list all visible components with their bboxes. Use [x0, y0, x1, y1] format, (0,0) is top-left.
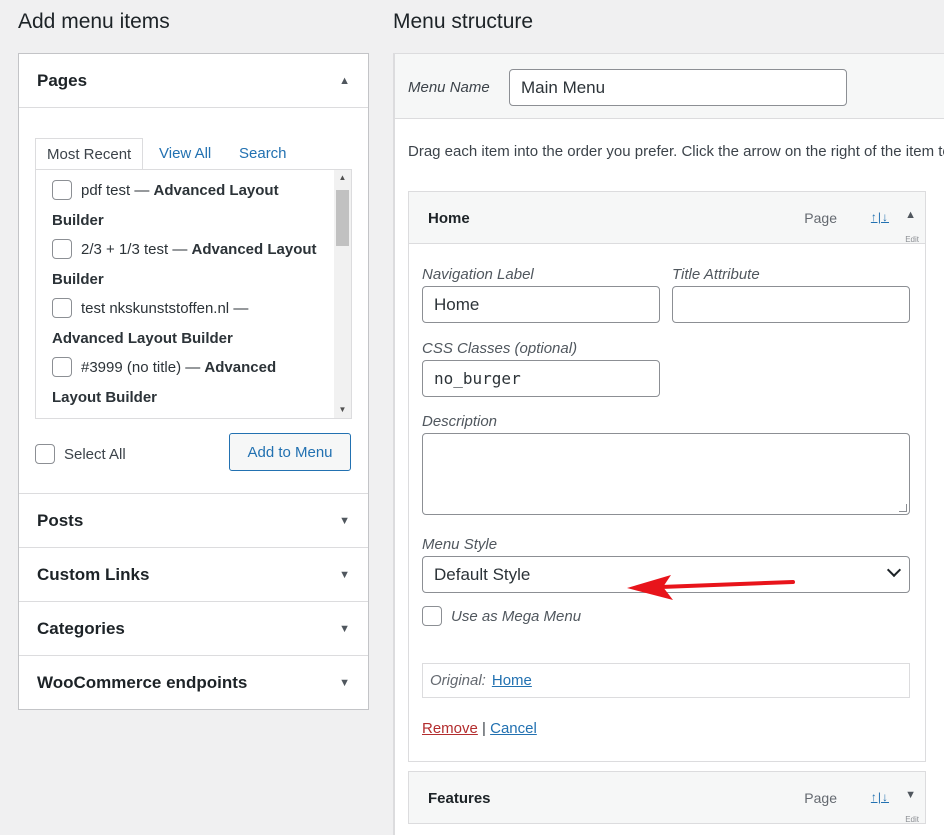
red-arrow-annotation [627, 575, 795, 600]
pages-tabs: Most Recent View All Search [35, 138, 350, 170]
select-all-toggle[interactable]: Select All [35, 444, 126, 464]
menu-item-type: Page [804, 790, 837, 806]
original-link[interactable]: Home [492, 672, 532, 689]
menu-structure-panel: Menu Name Drag each item into the order … [393, 53, 944, 835]
accordion-categories[interactable]: Categories ▼ [19, 602, 368, 656]
add-to-menu-button[interactable]: Add to Menu [229, 433, 351, 471]
menu-item-settings: Navigation Label Title Attribute CSS Cla… [409, 243, 925, 761]
page-checkbox[interactable] [52, 356, 72, 377]
pages-checklist[interactable]: pdf test — Advanced Layout Builder 2/3 +… [35, 169, 352, 419]
mega-menu-toggle[interactable]: Use as Mega Menu [422, 606, 581, 626]
list-item[interactable]: test nkskunststoffen.nl — Advanced Layou… [52, 294, 323, 353]
add-menu-items-panel: Pages ▲ Most Recent View All Search pdf … [18, 53, 369, 710]
page-checkbox[interactable] [52, 238, 72, 259]
menu-style-title: Menu Style [422, 536, 498, 553]
chevron-down-icon[interactable]: ▼ [339, 569, 350, 581]
accordion-woocommerce-endpoints[interactable]: WooCommerce endpoints ▼ [19, 656, 368, 710]
mega-menu-label: Use as Mega Menu [451, 607, 582, 625]
menu-item-home: Home Page ↑|↓ ▲ Edit Navigation Label Ti… [408, 191, 926, 762]
accordion-pages-title: Pages [37, 70, 88, 90]
drag-instructions: Drag each item into the order you prefer… [408, 143, 944, 160]
chevron-down-icon[interactable]: ▼ [339, 515, 350, 527]
menu-body: Drag each item into the order you prefer… [394, 119, 944, 835]
select-all-label: Select All [64, 445, 126, 463]
resize-handle-icon[interactable] [899, 504, 907, 512]
menu-name-bar: Menu Name [394, 53, 944, 119]
menu-item-features: Features Page ↑|↓ ▼ Edit [408, 771, 926, 824]
move-up-down-icon[interactable]: ↑|↓ [871, 790, 889, 804]
menu-item-title: Home [428, 210, 470, 227]
list-scrollbar[interactable]: ▲ ▼ [334, 170, 351, 418]
menu-item-handle[interactable]: Home Page ↑|↓ ▲ Edit [409, 192, 925, 244]
chevron-down-icon [886, 562, 902, 578]
description-title: Description [422, 413, 498, 430]
cancel-link[interactable]: Cancel [490, 720, 537, 737]
list-item[interactable]: 2/3 + 1/3 test — Advanced Layout Builder [52, 235, 323, 294]
title-attribute-input[interactable] [672, 286, 910, 323]
remove-link[interactable]: Remove [422, 720, 478, 737]
css-classes-title: CSS Classes (optional) [422, 340, 578, 357]
select-all-checkbox[interactable] [35, 444, 55, 464]
description-textarea[interactable] [422, 433, 910, 515]
scroll-down-icon[interactable]: ▼ [334, 402, 351, 418]
menu-name-label: Menu Name [408, 79, 490, 96]
list-item[interactable]: #3999 (no title) — Advanced Layout Build… [52, 353, 323, 412]
navigation-label-input[interactable] [422, 286, 660, 323]
scroll-up-icon[interactable]: ▲ [334, 170, 351, 186]
pages-panel-body: Most Recent View All Search pdf test — A… [19, 108, 368, 494]
page-checkbox[interactable] [52, 179, 72, 200]
add-menu-items-heading: Add menu items [18, 10, 170, 33]
action-divider: | [482, 720, 486, 737]
tab-most-recent[interactable]: Most Recent [35, 138, 144, 170]
list-item[interactable]: pdf test — Advanced Layout Builder [52, 176, 323, 235]
chevron-up-icon[interactable]: ▲ [339, 75, 350, 87]
tab-search[interactable]: Search [239, 138, 287, 170]
original-info: Original: Home [422, 663, 910, 698]
menu-structure-heading: Menu structure [393, 10, 534, 33]
scroll-thumb[interactable] [336, 190, 349, 246]
page-checkbox[interactable] [52, 297, 72, 318]
item-actions: Remove | Cancel [422, 720, 537, 737]
css-classes-input[interactable] [422, 360, 660, 397]
accordion-custom-links[interactable]: Custom Links ▼ [19, 548, 368, 602]
menu-item-handle[interactable]: Features Page ↑|↓ ▼ Edit [409, 772, 925, 824]
menu-name-input[interactable] [509, 69, 847, 106]
chevron-up-icon[interactable]: ▲ [905, 209, 916, 221]
edit-link[interactable]: Edit [905, 815, 919, 824]
mega-menu-checkbox[interactable] [422, 606, 442, 626]
chevron-down-icon[interactable]: ▼ [339, 623, 350, 635]
original-label: Original: [430, 672, 486, 689]
title-attribute-title: Title Attribute [672, 266, 760, 283]
accordion-pages[interactable]: Pages ▲ [19, 54, 368, 108]
move-up-down-icon[interactable]: ↑|↓ [871, 210, 889, 224]
menu-style-value: Default Style [434, 565, 531, 584]
menu-item-title: Features [428, 790, 491, 807]
chevron-down-icon[interactable]: ▼ [339, 677, 350, 689]
chevron-down-icon[interactable]: ▼ [905, 789, 916, 801]
tab-view-all[interactable]: View All [159, 138, 211, 170]
navigation-label-title: Navigation Label [422, 266, 534, 283]
menu-item-type: Page [804, 210, 837, 226]
accordion-posts[interactable]: Posts ▼ [19, 494, 368, 548]
